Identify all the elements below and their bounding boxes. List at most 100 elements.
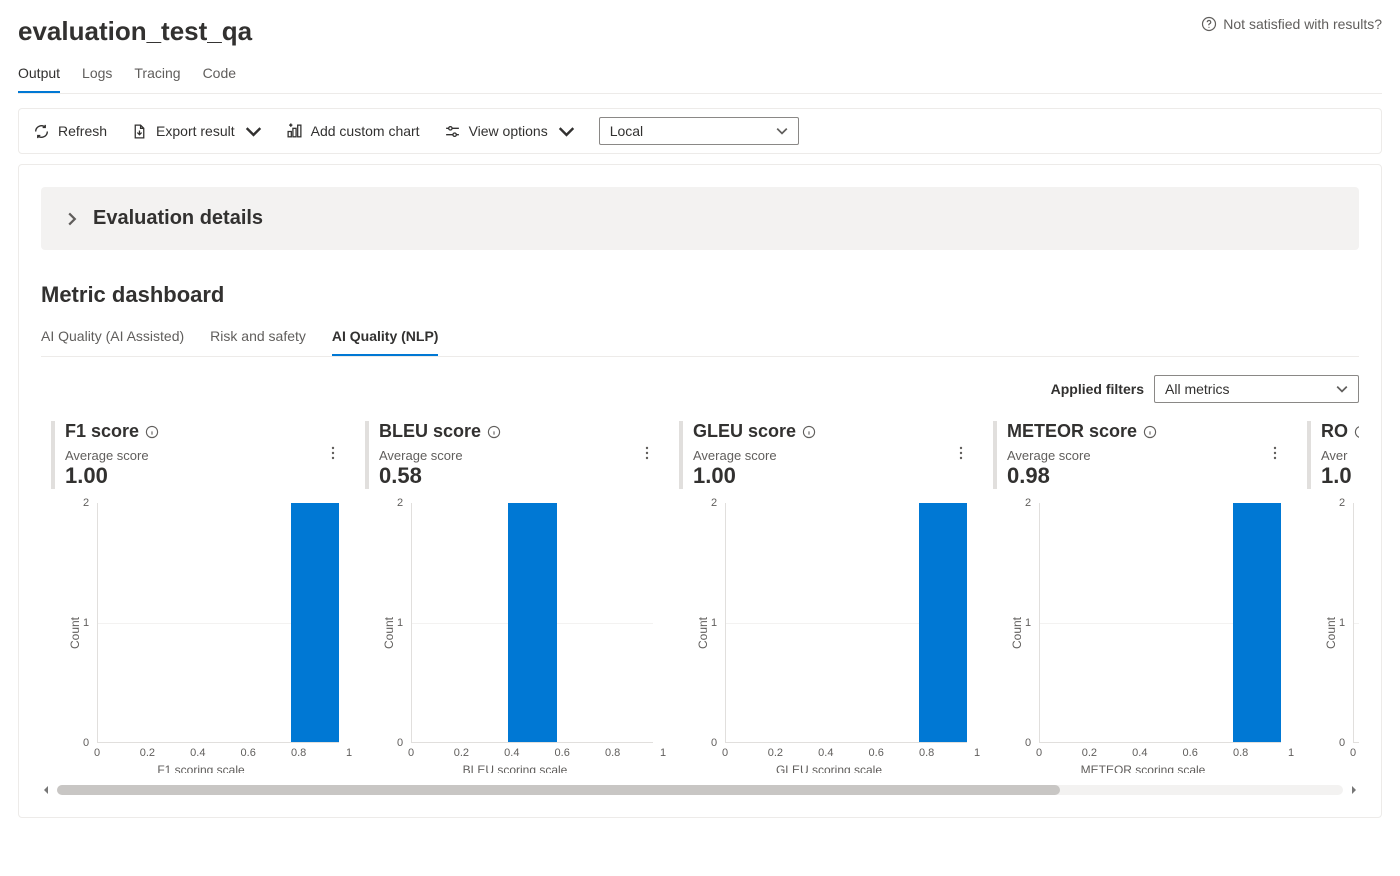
x-tick: 0 bbox=[94, 747, 100, 759]
x-tick: 0.2 bbox=[1082, 747, 1097, 759]
scroll-thumb[interactable] bbox=[57, 785, 1060, 795]
metric-title: F1 score bbox=[65, 421, 139, 442]
scroll-left-icon[interactable] bbox=[41, 785, 51, 795]
chart-plus-icon bbox=[286, 123, 303, 140]
card-menu-button[interactable] bbox=[953, 445, 969, 464]
export-result-button[interactable]: Export result bbox=[131, 123, 262, 140]
metric-title: BLEU score bbox=[379, 421, 481, 442]
horizontal-scrollbar[interactable] bbox=[41, 785, 1359, 795]
y-tick: 2 bbox=[711, 497, 717, 509]
toolbar: Refresh Export result Add custom chart V… bbox=[18, 108, 1382, 154]
x-axis-title: BLEU scoring scale bbox=[365, 763, 665, 773]
chevron-down-icon bbox=[1336, 383, 1348, 395]
avg-label: Average score bbox=[693, 448, 979, 463]
x-tick: 0.6 bbox=[241, 747, 256, 759]
scope-select[interactable]: Local bbox=[599, 117, 799, 145]
x-axis-title: METEOR scoring scale bbox=[993, 763, 1293, 773]
y-tick: 2 bbox=[397, 497, 403, 509]
avg-label: Average score bbox=[1007, 448, 1293, 463]
scroll-track[interactable] bbox=[57, 785, 1343, 795]
tab-output[interactable]: Output bbox=[18, 65, 60, 93]
info-icon[interactable] bbox=[1143, 425, 1157, 439]
refresh-button[interactable]: Refresh bbox=[33, 123, 107, 140]
chevron-down-icon bbox=[776, 125, 788, 137]
applied-filters-value: All metrics bbox=[1165, 381, 1230, 397]
metric-chart: 012 00.20.40.60.81 Count BLEU scoring sc… bbox=[365, 493, 665, 773]
histogram-bar bbox=[291, 503, 339, 742]
y-tick: 1 bbox=[711, 617, 717, 629]
page-title: evaluation_test_qa bbox=[18, 16, 252, 47]
metric-dashboard-title: Metric dashboard bbox=[41, 282, 1359, 308]
add-custom-chart-button[interactable]: Add custom chart bbox=[286, 123, 420, 140]
x-tick: 0.2 bbox=[454, 747, 469, 759]
feedback-link[interactable]: Not satisfied with results? bbox=[1201, 16, 1382, 32]
info-icon[interactable] bbox=[802, 425, 816, 439]
x-tick: 1 bbox=[974, 747, 980, 759]
metric-chart: 012 00.20.40.60.81 Count bbox=[1307, 493, 1359, 773]
avg-label: Aver bbox=[1321, 448, 1359, 463]
view-options-button[interactable]: View options bbox=[444, 123, 575, 140]
y-tick: 1 bbox=[83, 617, 89, 629]
x-axis-title: GLEU scoring scale bbox=[679, 763, 979, 773]
metric-chart: 012 00.20.40.60.81 Count F1 scoring scal… bbox=[51, 493, 351, 773]
histogram-bar bbox=[508, 503, 556, 742]
card-menu-button[interactable] bbox=[639, 445, 655, 464]
y-tick: 1 bbox=[397, 617, 403, 629]
tab-logs[interactable]: Logs bbox=[82, 65, 112, 93]
info-icon[interactable] bbox=[487, 425, 501, 439]
export-icon bbox=[131, 123, 148, 140]
more-vertical-icon bbox=[639, 445, 655, 461]
refresh-label: Refresh bbox=[58, 123, 107, 139]
main-tabs: Output Logs Tracing Code bbox=[18, 65, 1382, 94]
subtab-ai-quality-assisted[interactable]: AI Quality (AI Assisted) bbox=[41, 320, 184, 356]
y-tick: 0 bbox=[1339, 737, 1345, 749]
card-menu-button[interactable] bbox=[1267, 445, 1283, 464]
metric-card: F1 score Average score 1.00 012 00.20.40… bbox=[41, 417, 351, 773]
more-vertical-icon bbox=[325, 445, 341, 461]
x-tick: 0 bbox=[722, 747, 728, 759]
x-axis-title: F1 scoring scale bbox=[51, 763, 351, 773]
y-tick: 2 bbox=[1025, 497, 1031, 509]
subtab-risk-safety[interactable]: Risk and safety bbox=[210, 320, 306, 356]
y-axis-title: Count bbox=[1010, 617, 1024, 649]
subtab-ai-quality-nlp[interactable]: AI Quality (NLP) bbox=[332, 320, 439, 356]
tab-code[interactable]: Code bbox=[203, 65, 236, 93]
x-tick: 0.2 bbox=[768, 747, 783, 759]
x-tick: 0.8 bbox=[605, 747, 620, 759]
x-tick: 0.6 bbox=[1183, 747, 1198, 759]
x-tick: 0 bbox=[1036, 747, 1042, 759]
card-menu-button[interactable] bbox=[325, 445, 341, 464]
info-icon[interactable] bbox=[145, 425, 159, 439]
avg-value: 1.00 bbox=[65, 463, 351, 489]
metric-title: GLEU score bbox=[693, 421, 796, 442]
x-tick: 0.6 bbox=[555, 747, 570, 759]
y-tick: 1 bbox=[1025, 617, 1031, 629]
y-tick: 0 bbox=[1025, 737, 1031, 749]
avg-value: 1.00 bbox=[693, 463, 979, 489]
evaluation-details-toggle[interactable]: Evaluation details bbox=[41, 187, 1359, 250]
tab-tracing[interactable]: Tracing bbox=[134, 65, 180, 93]
scroll-right-icon[interactable] bbox=[1349, 785, 1359, 795]
x-tick: 0.4 bbox=[504, 747, 519, 759]
applied-filters-select[interactable]: All metrics bbox=[1154, 375, 1359, 403]
content-panel: Evaluation details Metric dashboard AI Q… bbox=[18, 164, 1382, 818]
metric-card: BLEU score Average score 0.58 012 00.20.… bbox=[355, 417, 665, 773]
metric-cards-row: F1 score Average score 1.00 0 1 2 0 0.2 0.4 0… bbox=[41, 417, 1359, 773]
export-label: Export result bbox=[156, 123, 235, 139]
more-vertical-icon bbox=[1267, 445, 1283, 461]
metric-card: GLEU score Average score 1.00 012 00.20.… bbox=[669, 417, 979, 773]
metric-chart: 012 00.20.40.60.81 Count METEOR scoring … bbox=[993, 493, 1293, 773]
avg-value: 0.98 bbox=[1007, 463, 1293, 489]
y-axis-title: Count bbox=[1324, 617, 1338, 649]
chevron-down-icon bbox=[558, 123, 575, 140]
y-tick: 1 bbox=[1339, 617, 1345, 629]
x-tick: 0.8 bbox=[1233, 747, 1248, 759]
metric-card: RO Aver 1.0 012 00.20.40.60.81 Count bbox=[1297, 417, 1359, 773]
add-chart-label: Add custom chart bbox=[311, 123, 420, 139]
chevron-right-icon bbox=[65, 212, 79, 226]
metric-card: METEOR score Average score 0.98 012 00.2… bbox=[983, 417, 1293, 773]
sliders-icon bbox=[444, 123, 461, 140]
metric-title: RO bbox=[1321, 421, 1348, 442]
x-tick: 0.4 bbox=[1132, 747, 1147, 759]
info-icon[interactable] bbox=[1354, 425, 1359, 439]
